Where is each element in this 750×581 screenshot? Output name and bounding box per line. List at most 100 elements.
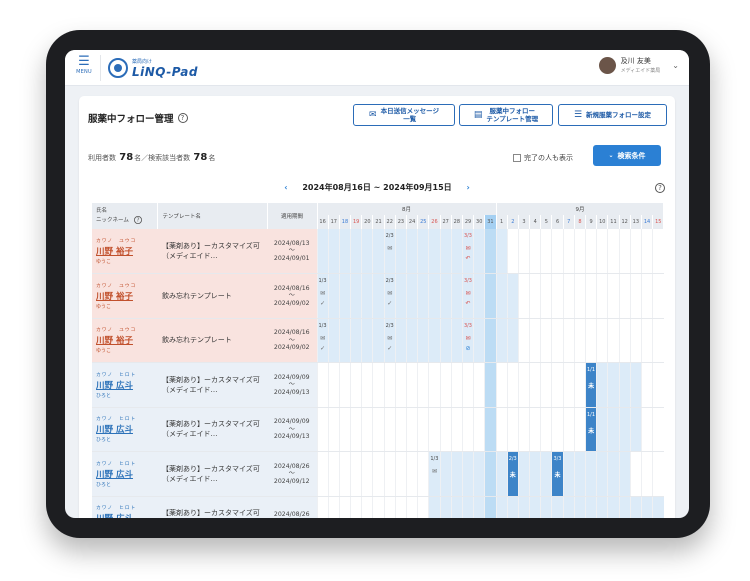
day-cell[interactable]	[383, 496, 396, 518]
day-cell[interactable]	[450, 496, 463, 518]
day-cell[interactable]: 2/3 ✉ ✓	[383, 318, 396, 363]
patient-name-link[interactable]: 川野 広斗	[96, 423, 157, 435]
day-cell[interactable]	[338, 496, 351, 518]
day-cell[interactable]	[316, 451, 329, 497]
day-cell[interactable]	[350, 229, 362, 274]
unsent-marker[interactable]: 1/1 未	[586, 363, 597, 407]
day-cell[interactable]	[495, 407, 508, 452]
day-cell[interactable]	[562, 407, 575, 452]
day-cell[interactable]	[551, 407, 564, 452]
day-cell[interactable]	[517, 229, 530, 274]
day-cell[interactable]	[327, 407, 340, 452]
day-cell[interactable]	[417, 451, 429, 497]
day-cell[interactable]	[618, 318, 631, 363]
day-cell[interactable]	[596, 273, 608, 319]
day-cell[interactable]	[573, 273, 586, 319]
day-cell[interactable]	[450, 229, 463, 274]
day-cell[interactable]	[562, 318, 575, 363]
day-cell[interactable]	[540, 229, 552, 274]
day-cell[interactable]	[607, 273, 620, 319]
day-cell[interactable]	[439, 318, 452, 363]
day-cell[interactable]	[652, 318, 664, 363]
day-cell[interactable]: 3/3 ✉ ↶	[461, 229, 474, 274]
patient-name-link[interactable]: 川野 広斗	[96, 468, 157, 480]
day-cell[interactable]	[618, 496, 631, 518]
day-cell[interactable]	[529, 451, 541, 497]
today-messages-button[interactable]: ✉ 本日送信メッセージ 一覧	[353, 104, 455, 126]
day-cell[interactable]	[573, 318, 586, 363]
day-cell[interactable]	[540, 407, 552, 452]
day-cell[interactable]	[573, 229, 586, 274]
day-cell[interactable]	[484, 318, 496, 363]
day-cell[interactable]	[417, 496, 429, 518]
day-cell[interactable]	[529, 318, 541, 363]
day-cell[interactable]: 1/3 ✉ ✓	[316, 273, 329, 319]
day-cell[interactable]	[439, 407, 452, 452]
day-cell[interactable]	[361, 362, 373, 408]
day-cell[interactable]	[383, 407, 396, 452]
prev-period-button[interactable]: ‹	[284, 183, 287, 192]
day-cell[interactable]	[338, 318, 351, 363]
day-cell[interactable]	[439, 496, 452, 518]
day-cell[interactable]	[338, 273, 351, 319]
day-cell[interactable]	[338, 229, 351, 274]
day-cell[interactable]	[529, 407, 541, 452]
patient-name-link[interactable]: 川野 広斗	[96, 512, 157, 518]
day-cell[interactable]	[551, 229, 564, 274]
day-cell[interactable]	[372, 318, 385, 363]
day-cell[interactable]	[551, 273, 564, 319]
day-cell[interactable]	[428, 229, 441, 274]
day-cell[interactable]	[450, 273, 463, 319]
day-cell[interactable]	[517, 451, 530, 497]
day-cell[interactable]	[584, 318, 597, 363]
day-cell[interactable]	[517, 362, 530, 408]
day-cell[interactable]	[350, 273, 362, 319]
day-cell[interactable]	[562, 451, 575, 497]
day-cell[interactable]	[473, 273, 485, 319]
table-row[interactable]: カワノ ヒロト川野 広斗ひろと【薬剤あり】ーカスタマイズ可（メディエイド…202…	[92, 362, 664, 408]
day-cell[interactable]	[428, 407, 441, 452]
day-cell[interactable]	[596, 407, 608, 452]
day-cell[interactable]	[506, 273, 519, 319]
day-cell[interactable]	[607, 496, 620, 518]
table-row[interactable]: カワノ ヒロト川野 広斗ひろと【薬剤あり】ーカスタマイズ可（メディエイド…202…	[92, 496, 664, 518]
day-cell[interactable]	[394, 407, 407, 452]
day-cell[interactable]	[350, 451, 362, 497]
day-cell[interactable]	[640, 318, 653, 363]
day-cell[interactable]	[350, 362, 362, 408]
day-cell[interactable]	[584, 273, 597, 319]
day-cell[interactable]	[652, 362, 664, 408]
day-cell[interactable]	[417, 273, 429, 319]
day-cell[interactable]	[450, 318, 463, 363]
day-cell[interactable]	[350, 318, 362, 363]
day-cell[interactable]	[439, 229, 452, 274]
day-cell[interactable]	[529, 229, 541, 274]
day-cell[interactable]: 1/3 ✉ ✓	[316, 318, 329, 363]
day-cell[interactable]	[495, 273, 508, 319]
day-cell[interactable]	[484, 229, 496, 274]
day-cell[interactable]	[562, 362, 575, 408]
day-cell[interactable]	[316, 229, 329, 274]
day-cell[interactable]	[584, 451, 597, 497]
day-cell[interactable]	[484, 496, 496, 518]
day-cell[interactable]	[584, 496, 597, 518]
day-cell[interactable]	[517, 273, 530, 319]
day-cell[interactable]	[640, 496, 653, 518]
day-cell[interactable]	[652, 407, 664, 452]
day-cell[interactable]	[573, 496, 586, 518]
new-follow-button[interactable]: ☰ 新規服薬フォロー設定	[558, 104, 667, 126]
day-cell[interactable]	[473, 407, 485, 452]
day-cell[interactable]	[394, 318, 407, 363]
day-cell[interactable]	[405, 273, 418, 319]
day-cell[interactable]	[383, 451, 396, 497]
day-cell[interactable]	[629, 318, 642, 363]
table-row[interactable]: カワノ ユウコ 川野 裕子 ゆうこ 【薬剤あり】ーカスタマイズ可（メディエイド… 202…	[92, 229, 664, 274]
day-cell[interactable]	[629, 362, 642, 408]
day-cell[interactable]: 2/3 未	[506, 451, 519, 497]
day-cell[interactable]	[629, 407, 642, 452]
day-cell[interactable]	[394, 273, 407, 319]
day-cell[interactable]: 1/3 ✉	[428, 451, 441, 497]
show-completed-toggle[interactable]: 完了の人も表示	[513, 153, 573, 163]
day-cell[interactable]	[405, 362, 418, 408]
patient-name-link[interactable]: 川野 裕子	[96, 290, 157, 302]
